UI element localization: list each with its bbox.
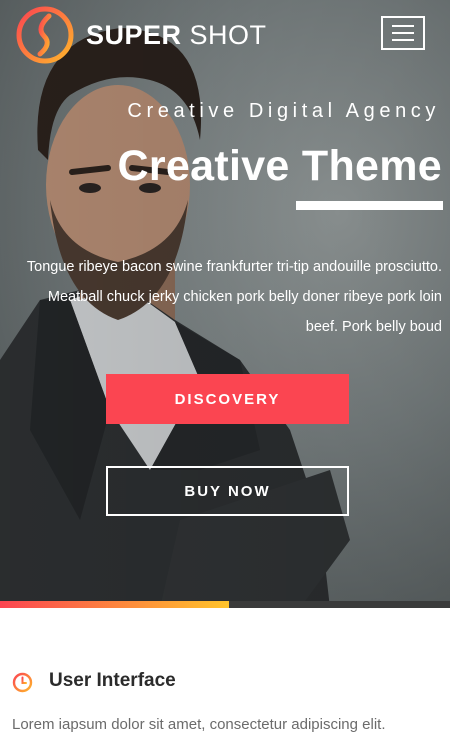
flame-swirl-logo-icon	[16, 6, 74, 64]
hero-section: SUPER SHOT Creative Digital Agency Creat…	[0, 0, 450, 608]
hamburger-icon-bar	[392, 39, 414, 41]
hero-headline: Creative Theme	[117, 142, 442, 190]
hamburger-menu-button[interactable]	[381, 16, 425, 50]
hero-description: Tongue ribeye bacon swine frankfurter tr…	[26, 259, 442, 335]
feature-title: User Interface	[49, 670, 176, 691]
discovery-button[interactable]: DISCOVERY	[106, 374, 349, 424]
brand-logo[interactable]: SUPER SHOT	[16, 6, 267, 64]
headline-underline	[296, 201, 443, 210]
dark-strip	[229, 601, 450, 608]
hamburger-icon-bar	[392, 32, 414, 34]
feature-description: Lorem iapsum dolor sit amet, consectetur…	[12, 716, 386, 733]
hamburger-icon-bar	[392, 25, 414, 27]
brand-name: SUPER SHOT	[86, 19, 267, 50]
brand-name-light: SHOT	[189, 19, 267, 50]
hero-eyebrow: Creative Digital Agency	[127, 100, 440, 122]
gradient-progress-strip	[0, 601, 229, 608]
brand-name-bold: SUPER	[86, 19, 182, 50]
clock-icon	[12, 672, 33, 693]
buy-now-button[interactable]: BUY NOW	[106, 466, 349, 516]
